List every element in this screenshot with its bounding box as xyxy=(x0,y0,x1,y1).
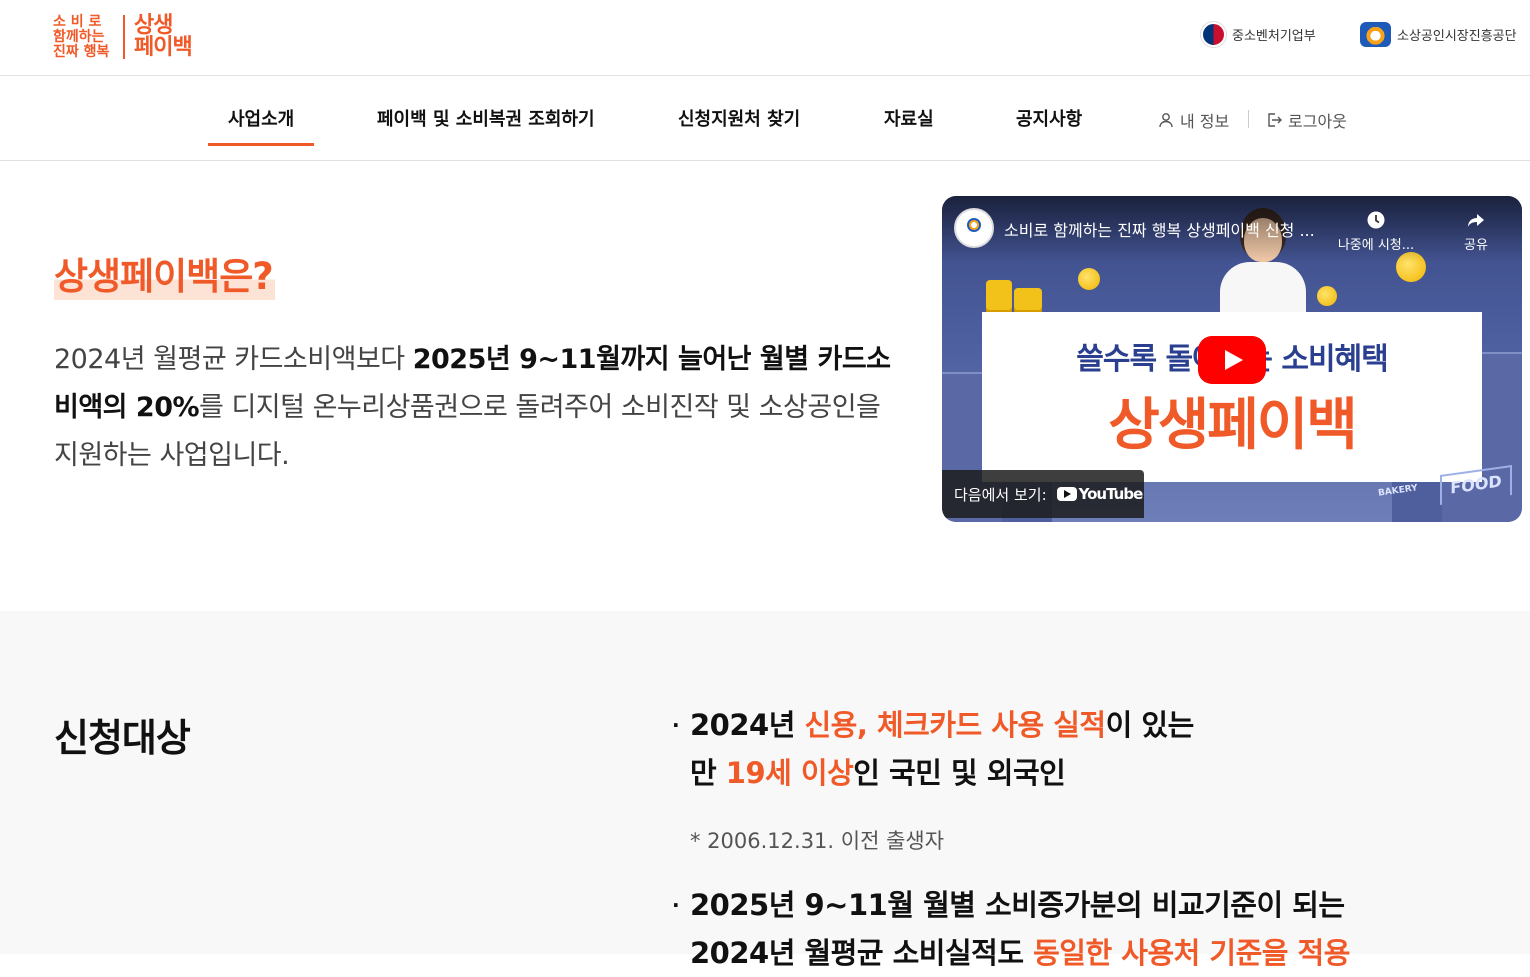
nav-item-notices[interactable]: 공지사항 xyxy=(1016,105,1082,131)
logo-slogan: 소 비 로 함께하는 진짜 행복 xyxy=(53,13,115,60)
clock-icon xyxy=(1367,211,1385,229)
video-title[interactable]: 소비로 함께하는 진짜 행복 상생페이백 신청 ... xyxy=(1004,217,1354,241)
bullet-dot: · xyxy=(672,893,680,917)
intro-description: 2024년 월평균 카드소비액보다 2025년 9~11월까지 늘어난 월별 카… xyxy=(54,336,904,480)
nav-item-find-support[interactable]: 신청지원처 찾기 xyxy=(678,105,800,131)
text-part: 이 있는 xyxy=(1105,708,1195,742)
channel-avatar[interactable] xyxy=(954,208,994,248)
logo-wordmark-line: 상생 xyxy=(134,13,173,38)
taegeuk-emblem-icon xyxy=(1201,22,1226,47)
video-coin-stack xyxy=(1014,288,1042,314)
util-divider xyxy=(1248,110,1249,128)
user-icon xyxy=(1159,113,1173,128)
text-part: 2024년 월평균 소비실적도 xyxy=(690,936,1034,970)
text-highlight: 신용, 체크카드 사용 실적 xyxy=(804,708,1107,742)
eligibility-text: 만 19세 이상인 국민 및 외국인 xyxy=(672,749,1194,797)
eligibility-text: 2024년 신용, 체크카드 사용 실적이 있는 xyxy=(672,701,1194,749)
logo-divider xyxy=(123,15,125,59)
watch-later-button[interactable]: 나중에 시청... xyxy=(1334,210,1418,253)
logout-label: 로그아웃 xyxy=(1288,112,1347,131)
logo-slogan-line: 소 비 로 xyxy=(53,13,102,30)
text-highlight: 동일한 사용처 기준을 적용 xyxy=(1033,936,1350,970)
logout-icon xyxy=(1268,113,1282,127)
share-icon xyxy=(1468,214,1484,227)
eligibility-title: 신청대상 xyxy=(54,716,191,760)
watch-on-label: 다음에서 보기: xyxy=(954,485,1047,504)
share-label: 공유 xyxy=(1464,238,1488,253)
eligibility-section: 신청대상 · 2024년 신용, 체크카드 사용 실적이 있는 만 19세 이상… xyxy=(0,611,1530,970)
text-part: 인 국민 및 외국인 xyxy=(853,756,1066,790)
gov-link-semas[interactable]: 소상공인시장진흥공단 xyxy=(1360,22,1517,47)
my-info-link[interactable]: 내 정보 xyxy=(1158,108,1229,132)
site-logo[interactable]: 소 비 로 함께하는 진짜 행복 상생 페이백 xyxy=(53,12,193,62)
eligibility-item: · 2025년 9~11월 월별 소비증가분의 비교기준이 되는 2024년 월… xyxy=(672,881,1350,977)
play-button[interactable] xyxy=(1198,336,1266,384)
top-header: 소 비 로 함께하는 진짜 행복 상생 페이백 중소벤처기업부 소상공인시장진흥… xyxy=(0,0,1530,76)
logo-wordmark: 상생 페이백 xyxy=(134,13,193,60)
logout-link[interactable]: 로그아웃 xyxy=(1266,108,1347,132)
intro-desc-text: 2024년 월평균 카드소비액보다 xyxy=(54,344,413,375)
youtube-play-icon xyxy=(1056,487,1077,501)
watch-later-label: 나중에 시청... xyxy=(1337,238,1415,253)
video-coin xyxy=(1317,286,1337,306)
text-highlight: 19세 이상 xyxy=(725,756,854,790)
text-part: 2024년 xyxy=(690,708,805,742)
youtube-wordmark: YouTube xyxy=(1078,485,1144,503)
logo-slogan-line: 함께하는 xyxy=(53,28,105,45)
eligibility-note: * 2006.12.31. 이전 출생자 xyxy=(690,829,945,853)
share-button[interactable]: 공유 xyxy=(1434,210,1518,253)
logo-slogan-line: 진짜 행복 xyxy=(53,43,110,60)
nav-item-payback-lookup[interactable]: 페이백 및 소비복권 조회하기 xyxy=(377,105,595,131)
watch-on-youtube-button[interactable]: 다음에서 보기: YouTube xyxy=(942,470,1144,518)
youtube-logo: YouTube xyxy=(1056,485,1144,503)
main-nav: 사업소개 페이백 및 소비복권 조회하기 신청지원처 찾기 자료실 공지사항 내… xyxy=(0,76,1530,161)
eligibility-text: 2025년 9~11월 월별 소비증가분의 비교기준이 되는 xyxy=(690,888,1345,922)
gov-link-label: 소상공인시장진흥공단 xyxy=(1397,29,1517,44)
logo-wordmark-line: 페이백 xyxy=(134,35,193,60)
youtube-video-embed[interactable]: 쓸수록 돌아오는 소비혜택 상생페이백 BAKERY FOOD 소비로 함께하는… xyxy=(942,196,1522,522)
eligibility-text: 2024년 월평균 소비실적도 동일한 사용처 기준을 적용 xyxy=(672,929,1350,977)
video-coin xyxy=(1078,268,1100,290)
nav-item-resources[interactable]: 자료실 xyxy=(884,105,934,131)
gov-link-label: 중소벤처기업부 xyxy=(1232,29,1316,44)
gov-link-mss[interactable]: 중소벤처기업부 xyxy=(1201,22,1316,47)
eligibility-item: · 2024년 신용, 체크카드 사용 실적이 있는 만 19세 이상인 국민 … xyxy=(672,701,1194,797)
my-info-label: 내 정보 xyxy=(1180,112,1230,131)
intro-title: 상생페이백은? xyxy=(54,246,275,300)
semas-logo-icon xyxy=(1360,22,1391,47)
bullet-dot: · xyxy=(672,713,680,737)
thumbnail-brand: 상생페이백 xyxy=(1108,393,1358,458)
text-part: 만 xyxy=(690,756,726,790)
video-coin-stack xyxy=(986,280,1012,314)
nav-item-business-intro[interactable]: 사업소개 xyxy=(207,105,315,146)
